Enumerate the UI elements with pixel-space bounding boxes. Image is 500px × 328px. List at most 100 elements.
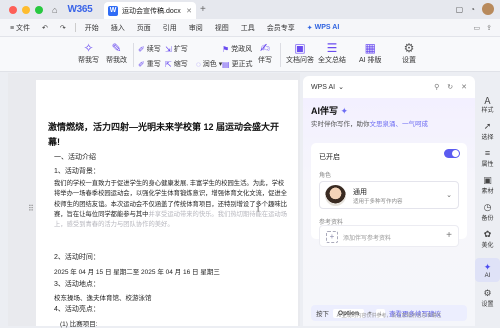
partner-write-toggle[interactable]: [444, 149, 460, 158]
expand-label: 扩写: [174, 44, 188, 54]
comment-icon[interactable]: ▭: [474, 24, 481, 32]
minimize-window-button[interactable]: [22, 6, 30, 14]
plus-icon[interactable]: +: [446, 230, 452, 241]
ai-layout-button[interactable]: ▦ AI 排版: [359, 41, 382, 65]
role-label: 角色: [319, 170, 331, 179]
close-icon[interactable]: ✕: [461, 83, 467, 91]
divider: [280, 43, 281, 67]
chevron-down-icon[interactable]: ⌄: [338, 83, 344, 91]
refresh-icon[interactable]: ↻: [447, 83, 453, 91]
sidebar-item-backup[interactable]: ◷备份: [475, 202, 500, 222]
full-summary-label: 全文总结: [318, 55, 346, 65]
shorten-label: 缩写: [174, 59, 188, 69]
rewrite-icon: ✐: [138, 60, 145, 69]
sidebar-item-ai[interactable]: ✦AI: [475, 258, 500, 282]
close-window-button[interactable]: [9, 6, 17, 14]
menu-wps-ai[interactable]: ✦ WPS AI: [301, 24, 346, 32]
document-page[interactable]: 激情燃烧，活力四射—光明未来学校第 12 届运动会盛大开幕! 一、活动介绍 1、…: [36, 80, 298, 326]
sidebar-item-assets[interactable]: ▣素材: [475, 175, 500, 195]
sidebar-item-beautify[interactable]: ✿美化: [475, 229, 500, 249]
pin-icon[interactable]: ⚲: [434, 83, 439, 91]
sidebar-item-style[interactable]: Ａ样式: [475, 94, 500, 114]
menu-reference[interactable]: 引用: [157, 23, 183, 33]
role-description: 适用于多种写作内容: [353, 197, 403, 205]
sidebar-item-select[interactable]: ➚选择: [475, 121, 500, 141]
polish-label: 润色: [203, 59, 217, 69]
shorten-button[interactable]: ⇱缩写: [165, 59, 188, 69]
add-reference-placeholder: 添加伴写参考资料: [343, 233, 391, 242]
menu-page[interactable]: 页面: [131, 23, 157, 33]
document-tab-label: 运动会宣传稿.docx: [122, 6, 186, 16]
sidebar-label: 设置: [481, 299, 493, 308]
user-avatar[interactable]: [482, 3, 494, 15]
bell-icon[interactable]: ◔: [470, 5, 475, 14]
ai-partner-subtitle: 实时伴你写作，助你文思泉涌、一气呵成: [311, 118, 428, 128]
flag-icon: ⚑: [222, 45, 229, 54]
ribbon-settings-button[interactable]: ⚙ 设置: [402, 41, 416, 65]
ribbon-settings-label: 设置: [402, 55, 416, 65]
divider: [133, 43, 134, 67]
menu-file[interactable]: ≡ 文件: [4, 23, 36, 33]
ai-panel-title: WPS AI: [311, 84, 335, 91]
sidebar-item-properties[interactable]: ≡属性: [475, 148, 500, 168]
polish-button[interactable]: ◌润色▾: [196, 59, 222, 69]
doc-qa-button[interactable]: ▣ 文档问答: [286, 41, 314, 65]
assets-icon: ▣: [483, 175, 492, 186]
close-tab-icon[interactable]: ✕: [186, 7, 192, 15]
menu-insert[interactable]: 插入: [105, 23, 131, 33]
menu-bar: ≡ 文件 ↶ ↷ 开始 插入 页面 引用 审阅 视图 工具 会员专享 ✦ WPS…: [0, 19, 500, 37]
share-icon[interactable]: ⇪: [486, 24, 492, 32]
sidebar-label: 属性: [481, 159, 493, 168]
menubar-right-icons: ▭ ⇪: [474, 24, 500, 32]
help-edit-label: 帮我改: [106, 55, 127, 65]
ai-panel-header: WPS AI ⌄ ⚲ ↻ ✕: [303, 76, 475, 98]
new-tab-button[interactable]: +: [200, 4, 206, 15]
layout-icon[interactable]: ▢: [456, 5, 464, 14]
ai-panel: WPS AI ⌄ ⚲ ↻ ✕ AI伴写 ✦ 实时伴你写作，助你文思泉涌、一气呵成…: [303, 76, 475, 326]
help-edit-button[interactable]: ✎ 帮我改: [106, 41, 127, 65]
formal-button[interactable]: ▤更正式: [222, 59, 253, 69]
app-logo[interactable]: W365: [67, 4, 92, 15]
role-selector[interactable]: 通用 适用于多种写作内容 ⌄: [319, 181, 459, 209]
partner-write-button[interactable]: ✍ 伴写: [258, 41, 272, 65]
event-time: 2025 年 04 月 15 日 星期二至 2025 年 04 月 16 日 星…: [54, 266, 220, 276]
subsection-heading: 2、活动时间：: [54, 252, 100, 262]
document-tab[interactable]: W 运动会宣传稿.docx ✕: [104, 2, 196, 19]
sidebar-label: 样式: [481, 105, 493, 114]
full-summary-button[interactable]: ☰ 全文总结: [318, 41, 346, 65]
gear-icon: ⚙: [404, 41, 415, 55]
magic-edit-icon: ✎: [111, 41, 121, 55]
rewrite-button[interactable]: ✐重写: [138, 59, 161, 69]
menu-tools[interactable]: 工具: [235, 23, 261, 33]
menu-review[interactable]: 审阅: [183, 23, 209, 33]
continue-button[interactable]: ✐续写: [138, 44, 161, 54]
sidebar-item-settings[interactable]: ⚙设置: [475, 288, 500, 308]
redo-icon[interactable]: ↷: [54, 24, 72, 32]
doc-qa-label: 文档问答: [286, 55, 314, 65]
sidebar-label: 美化: [481, 240, 493, 249]
beautify-icon: ✿: [484, 229, 492, 240]
ai-icon: ✦: [484, 262, 492, 273]
menu-member[interactable]: 会员专享: [261, 23, 301, 33]
shorten-icon: ⇱: [165, 60, 172, 69]
backup-icon: ◷: [484, 202, 492, 213]
menu-view[interactable]: 视图: [209, 23, 235, 33]
cursor-icon: ➚: [484, 121, 492, 132]
add-reference-button[interactable]: + 添加伴写参考资料 +: [319, 225, 459, 247]
sidebar-label: 素材: [481, 186, 493, 195]
menu-start[interactable]: 开始: [79, 23, 105, 33]
partner-write-icon: ✍: [260, 41, 270, 55]
party-style-button[interactable]: ⚑党政风: [222, 44, 252, 54]
help-write-button[interactable]: ✧ 帮我写: [78, 41, 99, 65]
divider: [75, 23, 76, 32]
sidebar-label: AI: [485, 273, 491, 279]
ai-ribbon: ✧ 帮我写 ✎ 帮我改 ✐续写 ✐重写 ⇲扩写 ⇱缩写 ◌润色▾ ⚑党政风 ▤更…: [0, 37, 500, 72]
home-icon[interactable]: ⌂: [52, 5, 57, 15]
ai-layout-icon: ▦: [365, 41, 376, 55]
drag-handle-icon[interactable]: ⠿: [28, 204, 33, 213]
maximize-window-button[interactable]: [35, 6, 43, 14]
undo-icon[interactable]: ↶: [36, 24, 54, 32]
ai-panel-body: AI伴写 ✦ 实时伴你写作，助你文思泉涌、一气呵成 已开启 角色 通用 适用于多…: [303, 98, 475, 326]
expand-button[interactable]: ⇲扩写: [165, 44, 188, 54]
style-icon: Ａ: [483, 94, 492, 105]
